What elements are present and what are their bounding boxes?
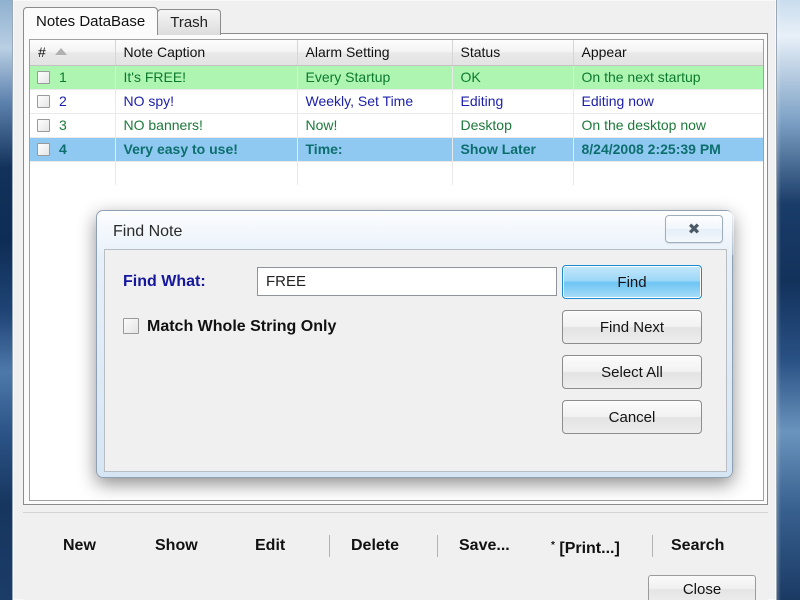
table-row-empty	[30, 161, 763, 185]
match-whole-string-row[interactable]: Match Whole String Only	[123, 318, 336, 336]
row-number-cell[interactable]: 1	[30, 65, 116, 90]
cancel-button[interactable]: Cancel	[562, 400, 702, 434]
aero-window-frame: Notes DataBase Trash # Note Caption Alarm…	[0, 0, 800, 600]
table-header-row: # Note Caption Alarm Setting Status Appe…	[30, 40, 763, 66]
table-row[interactable]: 1 It's FREE! Every Startup OK On the nex…	[30, 65, 763, 90]
cell-alarm-setting: Weekly, Set Time	[297, 89, 453, 114]
cell-status: Desktop	[452, 113, 574, 138]
column-header-appear[interactable]: Appear	[573, 40, 763, 66]
toolbar-edit-button[interactable]: Edit	[255, 533, 285, 559]
notes-table-body: 1 It's FREE! Every Startup OK On the nex…	[30, 65, 763, 185]
cell-status: OK	[452, 65, 574, 90]
row-number-label: 2	[59, 93, 67, 109]
row-number-label: 3	[59, 117, 67, 133]
sort-ascending-icon	[54, 48, 67, 56]
find-note-dialog: Find Note ✖ Find What: FREE Match Whole …	[96, 210, 734, 478]
select-all-button[interactable]: Select All	[562, 355, 702, 389]
toolbar-print-label: [Print...]	[559, 540, 620, 557]
toolbar-show-button[interactable]: Show	[155, 533, 198, 559]
column-header-status[interactable]: Status	[452, 40, 574, 66]
main-window-client: Notes DataBase Trash # Note Caption Alarm…	[12, 0, 777, 600]
cell-note-caption: Very easy to use!	[115, 137, 298, 162]
cell-note-caption: NO banners!	[115, 113, 298, 138]
empty-cell	[452, 161, 574, 185]
cell-note-caption: NO spy!	[115, 89, 298, 114]
toolbar-search-button[interactable]: Search	[671, 533, 724, 559]
column-header-number[interactable]: #	[30, 40, 116, 66]
tab-trash[interactable]: Trash	[157, 9, 222, 35]
toolbar-print-button[interactable]: * [Print...]	[551, 533, 620, 559]
match-whole-string-label: Match Whole String Only	[147, 318, 337, 335]
cell-alarm-setting: Time:	[297, 137, 453, 162]
cell-appear: Editing now	[573, 89, 763, 114]
toolbar-separator	[652, 535, 653, 557]
row-number-cell[interactable]: 3	[30, 113, 116, 138]
empty-cell	[297, 161, 453, 185]
row-number-label: 1	[59, 69, 67, 85]
tab-notes-database[interactable]: Notes DataBase	[23, 7, 159, 35]
find-next-button[interactable]: Find Next	[562, 310, 702, 344]
cell-appear: On the next startup	[573, 65, 763, 90]
empty-cell	[30, 161, 116, 185]
row-number-label: 4	[59, 141, 67, 157]
find-button[interactable]: Find	[562, 265, 702, 299]
toolbar-separator	[437, 535, 438, 557]
row-checkbox[interactable]	[37, 119, 50, 132]
row-checkbox[interactable]	[37, 143, 50, 156]
find-dialog-body: Find What: FREE Match Whole String Only …	[104, 249, 727, 472]
table-row[interactable]: 2 NO spy! Weekly, Set Time Editing Editi…	[30, 89, 763, 114]
toolbar-new-button[interactable]: New	[63, 533, 96, 559]
cell-appear: 8/24/2008 2:25:39 PM	[573, 137, 763, 162]
tabstrip: Notes DataBase Trash	[23, 7, 222, 35]
table-row[interactable]: 4 Very easy to use! Time: Show Later 8/2…	[30, 137, 763, 162]
cell-status: Editing	[452, 89, 574, 114]
asterisk-icon: *	[551, 540, 555, 551]
cell-appear: On the desktop now	[573, 113, 763, 138]
toolbar-button-group: New Show Edit Delete Save... * [Print...…	[23, 533, 768, 561]
match-whole-string-checkbox[interactable]	[123, 318, 139, 334]
empty-cell	[573, 161, 763, 185]
close-icon[interactable]: ✖	[665, 215, 723, 243]
notes-table: # Note Caption Alarm Setting Status Appe…	[30, 40, 763, 185]
row-checkbox[interactable]	[37, 95, 50, 108]
empty-cell	[115, 161, 298, 185]
cell-note-caption: It's FREE!	[115, 65, 298, 90]
bottom-toolbar: New Show Edit Delete Save... * [Print...…	[23, 512, 768, 600]
cell-alarm-setting: Now!	[297, 113, 453, 138]
table-row[interactable]: 3 NO banners! Now! Desktop On the deskto…	[30, 113, 763, 138]
find-what-label: Find What:	[123, 273, 206, 290]
find-what-input[interactable]: FREE	[257, 267, 557, 296]
column-header-number-label: #	[38, 44, 46, 61]
find-dialog-title: Find Note	[113, 223, 183, 240]
column-header-note-caption[interactable]: Note Caption	[115, 40, 298, 66]
toolbar-separator	[329, 535, 330, 557]
cell-status: Show Later	[452, 137, 574, 162]
row-number-cell[interactable]: 2	[30, 89, 116, 114]
close-button[interactable]: Close	[648, 575, 756, 600]
toolbar-delete-button[interactable]: Delete	[351, 533, 399, 559]
toolbar-save-button[interactable]: Save...	[459, 533, 510, 559]
row-number-cell[interactable]: 4	[30, 137, 116, 162]
column-header-alarm-setting[interactable]: Alarm Setting	[297, 40, 453, 66]
cell-alarm-setting: Every Startup	[297, 65, 453, 90]
row-checkbox[interactable]	[37, 71, 50, 84]
